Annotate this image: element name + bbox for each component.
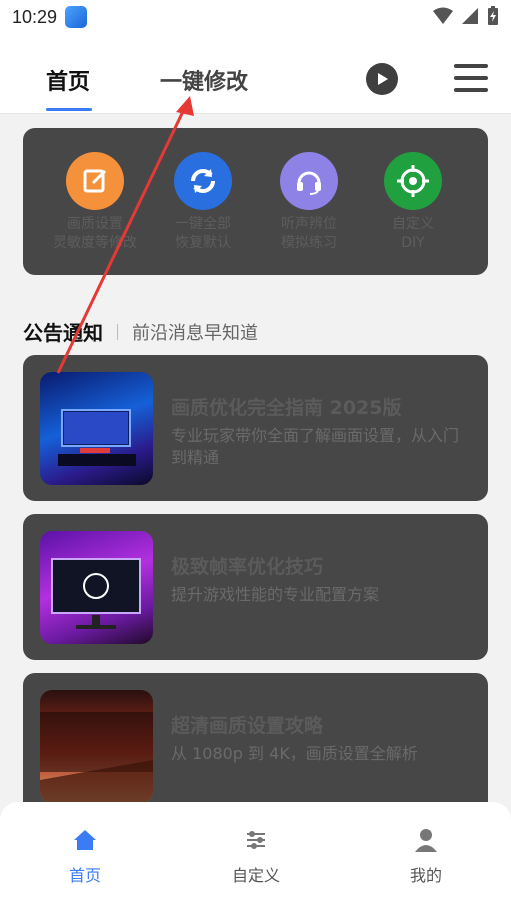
wifi-icon (433, 7, 453, 24)
article-thumbnail (40, 372, 153, 485)
tab-onekey-modify[interactable]: 一键修改 (160, 64, 248, 96)
quick-action-diy[interactable]: 自定义 DIY (363, 152, 463, 253)
menu-icon-bar (454, 76, 488, 80)
menu-icon-bar (454, 64, 488, 68)
bottom-nav: 首页 自定义 我的 (0, 802, 511, 908)
status-bar: 10:29 (0, 0, 511, 34)
bottom-nav-home[interactable]: 首页 (45, 828, 125, 886)
menu-icon-bar (454, 88, 488, 92)
quick-actions-panel: 画质设置 灵敏度等修改 一键全部 恢复默认 听声辨位 模拟练习 自定义 DIY (23, 128, 488, 275)
announcement-title: 公告通知 (23, 321, 103, 345)
bottom-nav-custom-label: 自定义 (231, 866, 280, 885)
bottom-nav-mine[interactable]: 我的 (386, 828, 466, 886)
article-card[interactable]: 画质优化完全指南 2025版 专业玩家带你全面了解画面设置，从入门到精通 (23, 355, 488, 501)
home-icon (74, 830, 96, 850)
bottom-nav-home-label: 首页 (68, 866, 101, 885)
app-notification-icon (65, 6, 88, 28)
bottom-nav-mine-label: 我的 (409, 866, 442, 885)
quick-label-line2: 模拟练习 (281, 235, 337, 251)
quick-label-line2: 灵敏度等修改 (53, 235, 137, 251)
quick-action-quality[interactable]: 画质设置 灵敏度等修改 (45, 152, 145, 253)
article-title: 画质优化完全指南 2025版 (171, 397, 402, 419)
play-button[interactable] (366, 63, 398, 95)
menu-button[interactable] (454, 64, 488, 94)
refresh-icon (174, 152, 232, 210)
divider (117, 323, 118, 340)
status-indicators (433, 6, 499, 26)
status-time: 10:29 (12, 6, 58, 27)
quick-action-listen[interactable]: 听声辨位 模拟练习 (259, 152, 359, 253)
bottom-nav-custom[interactable]: 自定义 (216, 828, 296, 886)
article-title: 超清画质设置攻略 (171, 715, 324, 737)
play-icon (378, 73, 388, 85)
announcement-subtitle: 前沿消息早知道 (132, 322, 258, 344)
tab-home[interactable]: 首页 (46, 64, 90, 96)
quick-label-line2: DIY (401, 235, 425, 251)
quick-label-line1: 一键全部 (175, 216, 231, 232)
article-desc: 提升游戏性能的专业配置方案 (171, 585, 380, 604)
article-thumbnail (40, 531, 153, 644)
quick-label-line1: 自定义 (392, 216, 434, 232)
quick-label-line2: 恢复默认 (175, 235, 231, 251)
quick-label-line1: 画质设置 (67, 216, 123, 232)
sliders-icon (247, 831, 265, 849)
article-title: 极致帧率优化技巧 (171, 556, 324, 578)
article-thumbnail (40, 690, 153, 803)
active-tab-indicator (46, 108, 92, 111)
main-content: 画质设置 灵敏度等修改 一键全部 恢复默认 听声辨位 模拟练习 自定义 DIY … (0, 114, 511, 819)
quick-action-reset[interactable]: 一键全部 恢复默认 (153, 152, 253, 253)
article-desc: 专业玩家带你全面了解画面设置，从入门到精通 (171, 426, 460, 467)
article-desc: 从 1080p 到 4K，画质设置全解析 (171, 744, 418, 763)
article-card[interactable]: 极致帧率优化技巧 提升游戏性能的专业配置方案 (23, 514, 488, 660)
edit-icon (66, 152, 124, 210)
headset-icon (280, 152, 338, 210)
battery-icon (488, 6, 498, 25)
quick-label-line1: 听声辨位 (281, 216, 337, 232)
target-icon (384, 152, 442, 210)
user-icon (415, 829, 437, 852)
announcement-header: 公告通知 前沿消息早知道 (23, 317, 258, 346)
top-nav: 首页 一键修改 (0, 34, 511, 114)
article-card[interactable]: 超清画质设置攻略 从 1080p 到 4K，画质设置全解析 (23, 673, 488, 819)
signal-icon (462, 8, 478, 24)
